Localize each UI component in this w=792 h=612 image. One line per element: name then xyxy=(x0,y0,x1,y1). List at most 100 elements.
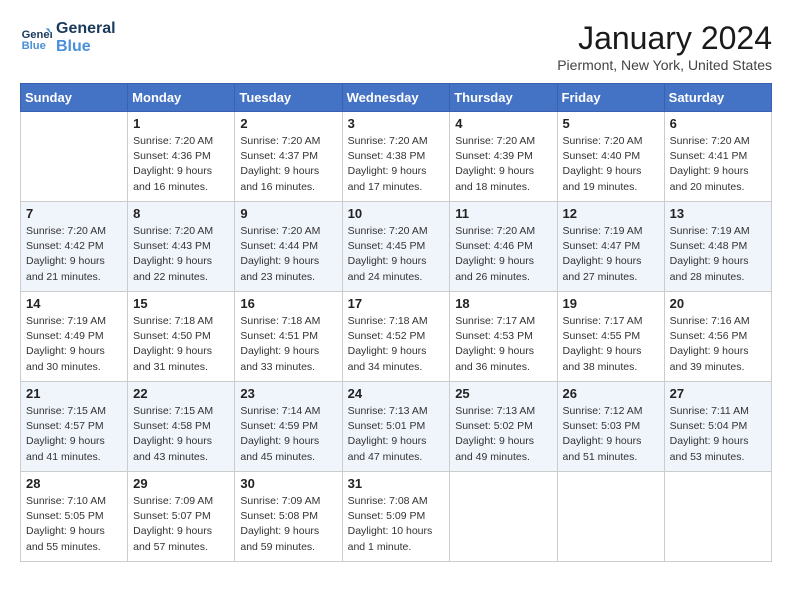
calendar-cell: 18Sunrise: 7:17 AM Sunset: 4:53 PM Dayli… xyxy=(450,292,557,382)
weekday-header-wednesday: Wednesday xyxy=(342,84,450,112)
calendar-cell: 20Sunrise: 7:16 AM Sunset: 4:56 PM Dayli… xyxy=(664,292,771,382)
day-info: Sunrise: 7:09 AM Sunset: 5:08 PM Dayligh… xyxy=(240,494,336,555)
calendar-cell: 23 Sunrise: 7:14 AM Sunset: 4:59 PM Dayli… xyxy=(235,382,342,472)
day-number: 25 xyxy=(455,386,551,401)
day-info: Sunrise: 7:20 AM Sunset: 4:37 PM Dayligh… xyxy=(240,134,336,195)
calendar-cell: 5Sunrise: 7:20 AM Sunset: 4:40 PM Daylig… xyxy=(557,112,664,202)
week-row-5: 28Sunrise: 7:10 AM Sunset: 5:05 PM Dayli… xyxy=(21,472,772,562)
calendar-cell: 19 Sunrise: 7:17 AM Sunset: 4:55 PM Dayli… xyxy=(557,292,664,382)
day-number: 17 xyxy=(348,296,445,311)
day-info: Sunrise: 7:20 AM Sunset: 4:38 PM Dayligh… xyxy=(348,134,445,195)
svg-text:General: General xyxy=(22,29,52,41)
day-info: Sunrise: 7:20 AM Sunset: 4:46 PM Dayligh… xyxy=(455,224,551,285)
day-number: 22 xyxy=(133,386,229,401)
day-info: Sunrise: 7:20 AM Sunset: 4:45 PM Dayligh… xyxy=(348,224,445,285)
day-info: Sunrise: 7:13 AM Sunset: 5:02 PM Dayligh… xyxy=(455,404,551,465)
day-info: Sunrise: 7:19 AM Sunset: 4:49 PM Dayligh… xyxy=(26,314,122,375)
weekday-header-monday: Monday xyxy=(128,84,235,112)
weekday-header-friday: Friday xyxy=(557,84,664,112)
day-number: 27 xyxy=(670,386,766,401)
calendar-cell: 29 Sunrise: 7:09 AM Sunset: 5:07 PM Dayli… xyxy=(128,472,235,562)
day-number: 6 xyxy=(670,116,766,131)
day-number: 8 xyxy=(133,206,229,221)
calendar-cell xyxy=(557,472,664,562)
calendar-cell: 15Sunrise: 7:18 AM Sunset: 4:50 PM Dayli… xyxy=(128,292,235,382)
calendar-cell: 22 Sunrise: 7:15 AM Sunset: 4:58 PM Dayli… xyxy=(128,382,235,472)
calendar-table: SundayMondayTuesdayWednesdayThursdayFrid… xyxy=(20,83,772,562)
calendar-cell: 13 Sunrise: 7:19 AM Sunset: 4:48 PM Dayli… xyxy=(664,202,771,292)
calendar-cell: 7Sunrise: 7:20 AM Sunset: 4:42 PM Daylig… xyxy=(21,202,128,292)
day-info: Sunrise: 7:20 AM Sunset: 4:44 PM Dayligh… xyxy=(240,224,336,285)
calendar-cell: 25 Sunrise: 7:13 AM Sunset: 5:02 PM Dayli… xyxy=(450,382,557,472)
day-number: 14 xyxy=(26,296,122,311)
logo-icon: General Blue xyxy=(20,22,52,54)
calendar-cell: 24 Sunrise: 7:13 AM Sunset: 5:01 PM Dayli… xyxy=(342,382,450,472)
day-info: Sunrise: 7:20 AM Sunset: 4:41 PM Dayligh… xyxy=(670,134,766,195)
calendar-cell: 14 Sunrise: 7:19 AM Sunset: 4:49 PM Dayli… xyxy=(21,292,128,382)
weekday-header-row: SundayMondayTuesdayWednesdayThursdayFrid… xyxy=(21,84,772,112)
calendar-cell: 10Sunrise: 7:20 AM Sunset: 4:45 PM Dayli… xyxy=(342,202,450,292)
day-number: 26 xyxy=(563,386,659,401)
calendar-cell: 9 Sunrise: 7:20 AM Sunset: 4:44 PM Daylig… xyxy=(235,202,342,292)
calendar-cell xyxy=(21,112,128,202)
week-row-3: 14 Sunrise: 7:19 AM Sunset: 4:49 PM Dayli… xyxy=(21,292,772,382)
title-section: January 2024 Piermont, New York, United … xyxy=(557,20,772,73)
day-number: 28 xyxy=(26,476,122,491)
day-info: Sunrise: 7:20 AM Sunset: 4:40 PM Dayligh… xyxy=(563,134,659,195)
svg-text:Blue: Blue xyxy=(22,40,46,52)
day-info: Sunrise: 7:19 AM Sunset: 4:48 PM Dayligh… xyxy=(670,224,766,285)
week-row-2: 7Sunrise: 7:20 AM Sunset: 4:42 PM Daylig… xyxy=(21,202,772,292)
day-number: 31 xyxy=(348,476,445,491)
week-row-1: 1Sunrise: 7:20 AM Sunset: 4:36 PM Daylig… xyxy=(21,112,772,202)
day-info: Sunrise: 7:15 AM Sunset: 4:57 PM Dayligh… xyxy=(26,404,122,465)
calendar-cell: 31 Sunrise: 7:08 AM Sunset: 5:09 PM Dayli… xyxy=(342,472,450,562)
day-number: 21 xyxy=(26,386,122,401)
day-number: 18 xyxy=(455,296,551,311)
calendar-cell: 28Sunrise: 7:10 AM Sunset: 5:05 PM Dayli… xyxy=(21,472,128,562)
calendar-cell: 8 Sunrise: 7:20 AM Sunset: 4:43 PM Daylig… xyxy=(128,202,235,292)
weekday-header-tuesday: Tuesday xyxy=(235,84,342,112)
day-number: 19 xyxy=(563,296,659,311)
page-header: General Blue General Blue January 2024 P… xyxy=(20,20,772,73)
day-info: Sunrise: 7:11 AM Sunset: 5:04 PM Dayligh… xyxy=(670,404,766,465)
day-info: Sunrise: 7:17 AM Sunset: 4:55 PM Dayligh… xyxy=(563,314,659,375)
calendar-cell: 17Sunrise: 7:18 AM Sunset: 4:52 PM Dayli… xyxy=(342,292,450,382)
day-info: Sunrise: 7:09 AM Sunset: 5:07 PM Dayligh… xyxy=(133,494,229,555)
day-number: 3 xyxy=(348,116,445,131)
weekday-header-saturday: Saturday xyxy=(664,84,771,112)
day-info: Sunrise: 7:20 AM Sunset: 4:39 PM Dayligh… xyxy=(455,134,551,195)
day-number: 11 xyxy=(455,206,551,221)
day-info: Sunrise: 7:15 AM Sunset: 4:58 PM Dayligh… xyxy=(133,404,229,465)
day-number: 29 xyxy=(133,476,229,491)
day-info: Sunrise: 7:14 AM Sunset: 4:59 PM Dayligh… xyxy=(240,404,336,465)
calendar-cell: 1Sunrise: 7:20 AM Sunset: 4:36 PM Daylig… xyxy=(128,112,235,202)
day-number: 20 xyxy=(670,296,766,311)
day-info: Sunrise: 7:19 AM Sunset: 4:47 PM Dayligh… xyxy=(563,224,659,285)
day-number: 12 xyxy=(563,206,659,221)
calendar-cell: 11 Sunrise: 7:20 AM Sunset: 4:46 PM Dayli… xyxy=(450,202,557,292)
calendar-cell: 26Sunrise: 7:12 AM Sunset: 5:03 PM Dayli… xyxy=(557,382,664,472)
calendar-cell: 2 Sunrise: 7:20 AM Sunset: 4:37 PM Daylig… xyxy=(235,112,342,202)
calendar-cell: 27 Sunrise: 7:11 AM Sunset: 5:04 PM Dayli… xyxy=(664,382,771,472)
day-number: 30 xyxy=(240,476,336,491)
day-number: 4 xyxy=(455,116,551,131)
day-info: Sunrise: 7:20 AM Sunset: 4:43 PM Dayligh… xyxy=(133,224,229,285)
day-info: Sunrise: 7:20 AM Sunset: 4:36 PM Dayligh… xyxy=(133,134,229,195)
calendar-cell xyxy=(450,472,557,562)
day-number: 24 xyxy=(348,386,445,401)
weekday-header-thursday: Thursday xyxy=(450,84,557,112)
day-number: 13 xyxy=(670,206,766,221)
day-number: 23 xyxy=(240,386,336,401)
day-info: Sunrise: 7:18 AM Sunset: 4:51 PM Dayligh… xyxy=(240,314,336,375)
day-number: 16 xyxy=(240,296,336,311)
calendar-cell: 6 Sunrise: 7:20 AM Sunset: 4:41 PM Daylig… xyxy=(664,112,771,202)
day-info: Sunrise: 7:13 AM Sunset: 5:01 PM Dayligh… xyxy=(348,404,445,465)
calendar-cell: 30 Sunrise: 7:09 AM Sunset: 5:08 PM Dayli… xyxy=(235,472,342,562)
calendar-cell: 16 Sunrise: 7:18 AM Sunset: 4:51 PM Dayli… xyxy=(235,292,342,382)
day-number: 2 xyxy=(240,116,336,131)
day-info: Sunrise: 7:08 AM Sunset: 5:09 PM Dayligh… xyxy=(348,494,445,555)
calendar-title: January 2024 xyxy=(557,20,772,57)
day-info: Sunrise: 7:20 AM Sunset: 4:42 PM Dayligh… xyxy=(26,224,122,285)
day-number: 9 xyxy=(240,206,336,221)
calendar-cell: 12 Sunrise: 7:19 AM Sunset: 4:47 PM Dayli… xyxy=(557,202,664,292)
